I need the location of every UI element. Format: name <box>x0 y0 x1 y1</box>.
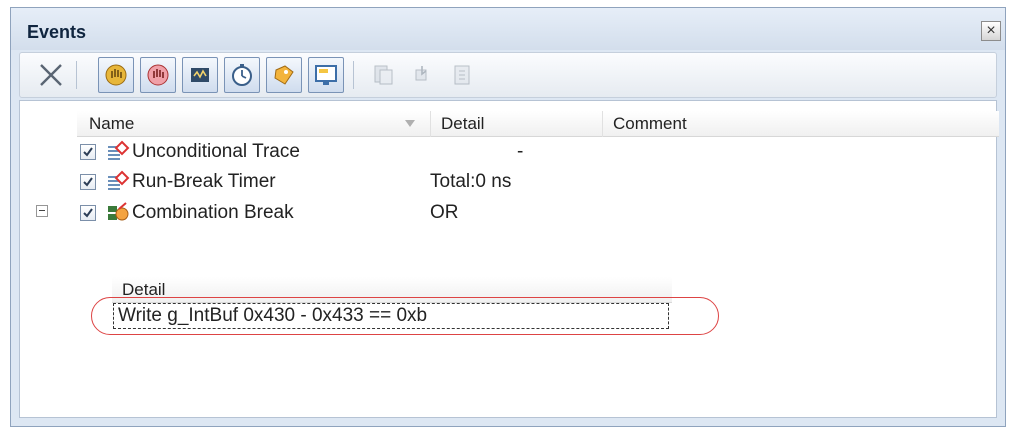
events-toolbar <box>19 52 997 98</box>
trace-event-icon <box>106 140 130 164</box>
trace-event-icon[interactable] <box>182 57 218 93</box>
events-panel: Events × Name Detail Comment Uncondition… <box>10 7 1006 427</box>
paste-icon[interactable] <box>405 57 441 93</box>
events-list: Name Detail Comment Unconditional Trace … <box>19 100 999 418</box>
event-name: Unconditional Trace <box>132 141 300 162</box>
table-row[interactable]: Unconditional Trace - <box>20 138 996 168</box>
event-detail: - <box>517 141 524 162</box>
hand-break-icon[interactable] <box>98 57 134 93</box>
export-icon[interactable] <box>445 57 481 93</box>
sort-arrow-icon <box>405 120 415 127</box>
highlight-annotation <box>91 297 719 335</box>
event-detail: Total:0 ns <box>430 171 512 192</box>
delete-x-icon[interactable] <box>34 57 68 93</box>
copy-icon[interactable] <box>365 57 401 93</box>
row-checkbox[interactable] <box>80 144 96 160</box>
column-header: Name Detail Comment <box>77 111 999 137</box>
column-comment-header[interactable]: Comment <box>603 111 999 137</box>
event-name: Combination Break <box>132 202 294 223</box>
combination-break-icon <box>106 201 130 225</box>
table-row[interactable]: Run-Break Timer Total:0 ns <box>20 168 996 198</box>
collapse-toggle-icon[interactable] <box>36 205 48 217</box>
panel-title: Events <box>27 22 87 42</box>
toolbar-separator <box>353 61 354 89</box>
monitor-event-icon[interactable] <box>308 57 344 93</box>
close-icon[interactable]: × <box>981 21 1001 41</box>
column-name-header[interactable]: Name <box>77 111 431 137</box>
hand-break-alt-icon[interactable] <box>140 57 176 93</box>
row-checkbox[interactable] <box>80 205 96 221</box>
timer-icon[interactable] <box>224 57 260 93</box>
row-checkbox[interactable] <box>80 174 96 190</box>
event-name: Run-Break Timer <box>132 171 276 192</box>
timer-event-icon <box>106 170 130 194</box>
table-row[interactable]: Combination Break OR <box>20 199 996 229</box>
panel-titlebar: Events × <box>11 8 1005 50</box>
column-detail-header[interactable]: Detail <box>431 111 603 137</box>
tag-event-icon[interactable] <box>266 57 302 93</box>
toolbar-separator <box>76 61 77 89</box>
event-detail: OR <box>430 202 459 223</box>
